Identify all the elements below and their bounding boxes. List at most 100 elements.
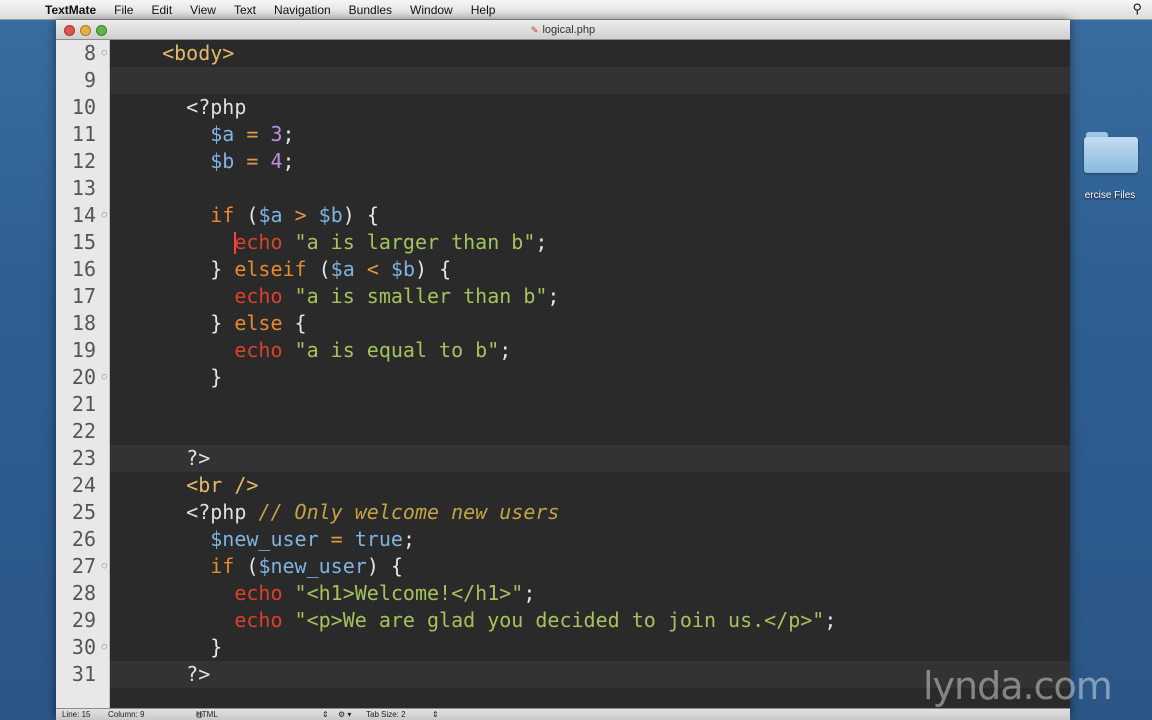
line-number: 22 bbox=[56, 418, 109, 445]
code-token: <?php bbox=[186, 500, 247, 524]
code-line[interactable]: ?> bbox=[110, 445, 1070, 472]
code-token: <body> bbox=[162, 41, 235, 65]
line-number: 20 ○ bbox=[56, 364, 109, 391]
code-line[interactable]: <?php bbox=[110, 94, 1070, 121]
code-line[interactable]: echo "a is larger than b"; bbox=[110, 229, 1070, 256]
line-number-text: 8 bbox=[83, 41, 96, 65]
menu-text[interactable]: Text bbox=[225, 0, 265, 20]
tab-size-stepper-icon[interactable]: ⇕ bbox=[432, 709, 439, 720]
code-line[interactable]: echo "<h1>Welcome!</h1>"; bbox=[110, 580, 1070, 607]
spotlight-search-icon[interactable]: ⚲ bbox=[1132, 1, 1142, 17]
code-token: "<p>We are glad you decided to join us.<… bbox=[294, 608, 825, 632]
line-number-gutter[interactable]: 8 ○ 9 10 11 12 13 14 ○ 15 16 17 18 19 20 ○ 21 22 23 24 25 26 2… bbox=[56, 40, 110, 708]
fold-marker-icon[interactable]: ○ bbox=[102, 634, 107, 661]
code-line[interactable]: <body> bbox=[110, 40, 1070, 67]
line-number: 18 bbox=[56, 310, 109, 337]
code-token: > bbox=[294, 203, 307, 227]
line-number-text: 28 bbox=[71, 581, 96, 605]
menu-help[interactable]: Help bbox=[462, 0, 505, 20]
code-line[interactable]: echo "<p>We are glad you decided to join… bbox=[110, 607, 1070, 634]
code-token: = bbox=[246, 122, 259, 146]
status-line: Line: 15 bbox=[62, 710, 91, 719]
tab-size-selector[interactable]: Tab Size: 2 bbox=[366, 709, 406, 720]
code-line[interactable]: } elseif ($a < $b) { bbox=[110, 256, 1070, 283]
document-icon: ✎ bbox=[530, 25, 539, 35]
code-line[interactable] bbox=[110, 175, 1070, 202]
menu-window[interactable]: Window bbox=[401, 0, 462, 20]
code-line[interactable]: $new_user = true; bbox=[110, 526, 1070, 553]
code-token: ( bbox=[234, 554, 259, 578]
menu-edit[interactable]: Edit bbox=[142, 0, 181, 20]
code-line[interactable] bbox=[110, 418, 1070, 445]
lynda-watermark: lynda.com bbox=[923, 664, 1113, 708]
code-line[interactable]: <br /> bbox=[110, 472, 1070, 499]
code-token: $b bbox=[210, 149, 235, 173]
code-line[interactable] bbox=[110, 67, 1070, 94]
code-token: ) { bbox=[366, 554, 403, 578]
menu-bundles[interactable]: Bundles bbox=[340, 0, 401, 20]
code-token: ; bbox=[282, 149, 295, 173]
code-token: $a bbox=[210, 122, 235, 146]
language-stepper-icon[interactable]: ⇕ bbox=[322, 709, 329, 720]
code-token: ) { bbox=[342, 203, 379, 227]
line-number: 10 bbox=[56, 94, 109, 121]
fold-marker-icon[interactable]: ○ bbox=[102, 553, 107, 580]
menu-view[interactable]: View bbox=[181, 0, 225, 20]
code-token: if bbox=[210, 203, 235, 227]
line-number-text: 11 bbox=[71, 122, 96, 146]
line-number-text: 31 bbox=[71, 662, 96, 686]
code-token: echo bbox=[234, 608, 283, 632]
code-token: echo bbox=[234, 338, 283, 362]
settings-gear-icon[interactable]: ⚙ ▾ bbox=[338, 709, 351, 720]
menu-file[interactable]: File bbox=[105, 0, 142, 20]
code-token: 3 bbox=[270, 122, 283, 146]
code-line[interactable]: <?php // Only welcome new users bbox=[110, 499, 1070, 526]
code-line[interactable]: } bbox=[110, 634, 1070, 661]
line-number-text: 14 bbox=[71, 203, 96, 227]
code-line[interactable]: } bbox=[110, 364, 1070, 391]
menu-navigation[interactable]: Navigation bbox=[265, 0, 340, 20]
code-line[interactable]: echo "a is equal to b"; bbox=[110, 337, 1070, 364]
window-title-text: logical.php bbox=[542, 24, 596, 36]
window-titlebar[interactable]: ✎ logical.php bbox=[56, 20, 1070, 40]
fold-marker-icon[interactable]: ○ bbox=[102, 40, 107, 67]
menu-textmate[interactable]: TextMate bbox=[36, 0, 105, 20]
line-number-text: 10 bbox=[71, 95, 96, 119]
code-line[interactable]: $a = 3; bbox=[110, 121, 1070, 148]
desktop-folder-exercise-files[interactable]: ercise Files bbox=[1068, 128, 1152, 201]
line-number-text: 25 bbox=[71, 500, 96, 524]
line-number: 21 bbox=[56, 391, 109, 418]
folder-icon bbox=[1082, 128, 1138, 173]
line-number-text: 13 bbox=[71, 176, 96, 200]
code-line[interactable]: echo "a is smaller than b"; bbox=[110, 283, 1070, 310]
code-line[interactable] bbox=[110, 391, 1070, 418]
fold-marker-icon[interactable]: ○ bbox=[102, 364, 107, 391]
code-line[interactable]: if ($new_user) { bbox=[110, 553, 1070, 580]
code-token: ; bbox=[547, 284, 560, 308]
code-token: "a is larger than b" bbox=[294, 230, 536, 254]
code-line[interactable]: if ($a > $b) { bbox=[110, 202, 1070, 229]
code-token: = bbox=[330, 527, 343, 551]
code-line[interactable]: } else { bbox=[110, 310, 1070, 337]
line-number: 8 ○ bbox=[56, 40, 109, 67]
code-editor[interactable]: <body> <?php $a = 3; $b = 4; if ($a > $b… bbox=[110, 40, 1070, 708]
code-line[interactable]: $b = 4; bbox=[110, 148, 1070, 175]
fold-marker-icon[interactable]: ○ bbox=[102, 202, 107, 229]
code-token: <?php bbox=[186, 95, 247, 119]
line-number-text: 21 bbox=[71, 392, 96, 416]
